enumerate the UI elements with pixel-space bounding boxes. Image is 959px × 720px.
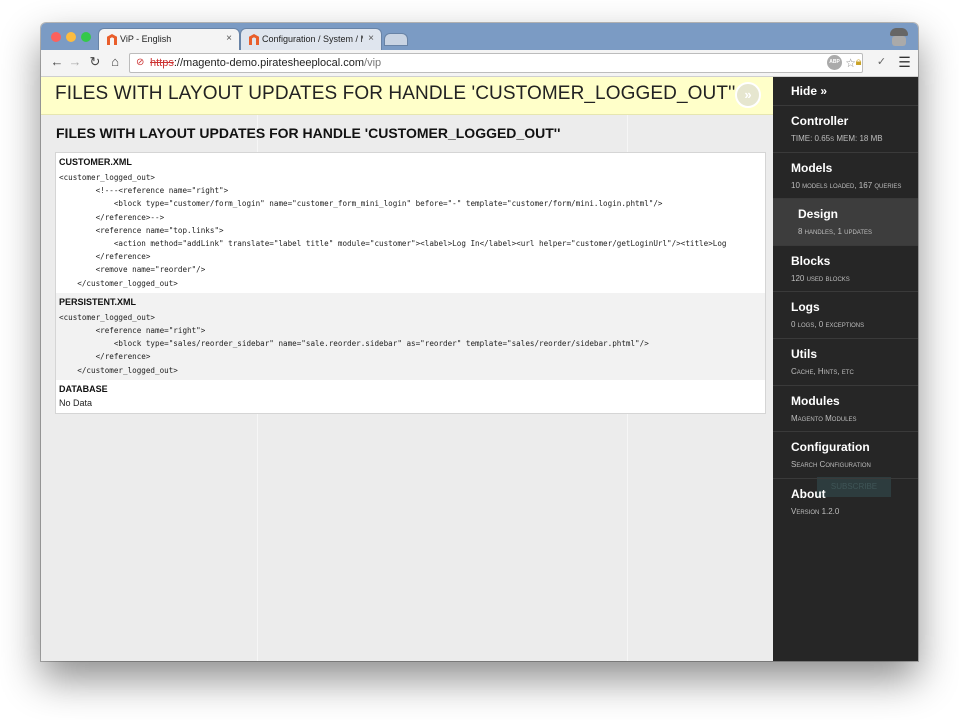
page-content: FILES WITH LAYOUT UPDATES FOR HANDLE 'CU… — [41, 77, 773, 661]
code-line: <customer_logged_out> — [59, 312, 156, 322]
insecure-lock-icon: ⊘ — [136, 57, 145, 68]
page-title: FILES WITH LAYOUT UPDATES FOR HANDLE 'CU… — [56, 125, 561, 141]
code-block: <customer_logged_out> <!---<reference na… — [59, 171, 762, 290]
sidebar-item-utils[interactable]: Utils Cache, Hints, etc — [773, 338, 918, 385]
browser-toolbar: ← → ↻ ⌂ ⊘ https://magento-demo.pirateshe… — [41, 50, 918, 77]
sidebar-item-label: Modules — [791, 393, 840, 408]
tab-close-icon[interactable]: × — [226, 33, 232, 44]
sidebar-item-label: Configuration — [791, 440, 870, 455]
sidebar-item-label: Blocks — [791, 253, 831, 268]
banner-title: FILES WITH LAYOUT UPDATES FOR HANDLE 'CU… — [55, 83, 736, 104]
sidebar-item-logs[interactable]: Logs 0 logs, 0 exceptions — [773, 291, 918, 338]
sidebar-item-configuration[interactable]: Configuration Search Configuration — [773, 431, 918, 478]
code-line: <block type="customer/form_login" name="… — [59, 199, 663, 209]
tab-title: Configuration / System / M — [262, 34, 363, 44]
hide-sidebar-link[interactable]: Hide » — [791, 84, 827, 98]
window-minimize-button[interactable] — [66, 32, 76, 42]
magento-favicon-icon — [107, 34, 117, 45]
section-title: PERSISTENT.XML — [59, 296, 137, 307]
code-line: </reference> — [59, 352, 151, 362]
window-close-button[interactable] — [51, 32, 61, 42]
file-section-persistent: PERSISTENT.XML <customer_logged_out> <re… — [56, 292, 765, 380]
code-line: <customer_logged_out> — [59, 173, 156, 182]
home-icon[interactable]: ⌂ — [107, 54, 123, 70]
reload-icon[interactable]: ↻ — [87, 54, 103, 70]
address-bar[interactable]: ⊘ https://magento-demo.piratesheeplocal.… — [129, 53, 863, 73]
sidebar-item-label: Utils — [791, 347, 818, 361]
expand-toggle-button[interactable]: » — [735, 82, 761, 108]
incognito-spy-icon — [888, 26, 910, 48]
new-tab-button[interactable] — [385, 34, 407, 45]
sidebar-item-label: Logs — [791, 300, 820, 315]
tab-configuration[interactable]: Configuration / System / M × — [241, 29, 381, 50]
sidebar-item-label: About — [791, 486, 826, 501]
sidebar-item-label: Controller — [791, 114, 849, 128]
sidebar-item-about[interactable]: About Version 1.2.0 — [773, 477, 918, 525]
padlock-extension-icon[interactable]: 🔒︎ — [851, 55, 866, 70]
magento-favicon-icon — [249, 34, 259, 45]
sidebar-item-summary: Magento Modules — [791, 413, 857, 423]
code-line: </customer_logged_out> — [59, 278, 178, 288]
file-section-database: DATABASE No Data — [56, 380, 765, 413]
sidebar-item-models[interactable]: Models 10 models loaded, 167 queries — [773, 151, 918, 199]
debug-banner: FILES WITH LAYOUT UPDATES FOR HANDLE 'CU… — [41, 77, 773, 115]
tab-bar: ViP - English × Configuration / System /… — [41, 23, 918, 50]
section-title: DATABASE — [59, 383, 108, 394]
code-line: <block type="sales/reorder_sidebar" name… — [59, 339, 649, 349]
sidebar-item-summary: 0 logs, 0 exceptions — [791, 320, 865, 330]
code-line: <reference name="top.links"> — [59, 225, 224, 235]
tab-vip[interactable]: ViP - English × — [99, 29, 239, 50]
checkmark-extension-icon[interactable]: ✓ — [874, 55, 889, 70]
code-line: <action method="addLink" translate="labe… — [59, 239, 727, 249]
hamburger-menu-icon[interactable]: ☰ — [897, 55, 912, 70]
sidebar-item-modules[interactable]: Modules Magento Modules — [773, 384, 918, 432]
file-section-customer: CUSTOMER.XML <customer_logged_out> <!---… — [56, 153, 765, 293]
selected-pointer-icon — [766, 215, 773, 230]
adblock-plus-icon[interactable]: ABP — [827, 55, 842, 70]
code-line: <!---<reference name="right"> — [59, 186, 229, 196]
code-line: </customer_logged_out> — [59, 365, 178, 375]
code-line: </reference>--> — [59, 212, 165, 222]
section-title: CUSTOMER.XML — [59, 157, 132, 167]
tab-close-icon[interactable]: × — [368, 33, 374, 44]
sidebar-item-blocks[interactable]: Blocks 120 used blocks — [773, 244, 918, 292]
window-maximize-button[interactable] — [81, 32, 91, 42]
layout-files-panel: CUSTOMER.XML <customer_logged_out> <!---… — [55, 152, 766, 414]
code-line: </reference> — [59, 252, 151, 262]
sidebar-item-label: Models — [791, 160, 833, 175]
sidebar-item-label: Design — [798, 207, 839, 222]
sidebar-item-summary: TIME: 0.65s MEM: 18 MB — [791, 134, 883, 143]
code-line: <remove name="reorder"/> — [59, 265, 206, 275]
url-text: https://magento-demo.piratesheeplocal.co… — [150, 57, 382, 69]
sidebar-item-summary: Cache, Hints, etc — [791, 367, 854, 376]
browser-window: ViP - English × Configuration / System /… — [41, 23, 918, 661]
tab-title: ViP - English — [120, 34, 172, 44]
code-block: <customer_logged_out> <reference name="r… — [59, 311, 762, 377]
back-arrow-icon[interactable]: ← — [49, 54, 65, 70]
sidebar-item-summary: 8 handles, 1 updates — [798, 227, 873, 237]
code-line: <reference name="right"> — [59, 326, 206, 336]
no-data-text: No Data — [59, 397, 93, 408]
sidebar-item-summary: Search Configuration — [791, 460, 871, 470]
sidebar-item-summary: Version 1.2.0 — [791, 506, 840, 516]
debug-sidebar: Hide » SUBSCRIBE Controller TIME: 0.65s M… — [766, 77, 918, 661]
forward-arrow-icon[interactable]: → — [67, 54, 83, 70]
sidebar-item-controller[interactable]: Controller TIME: 0.65s MEM: 18 MB — [773, 105, 918, 152]
sidebar-item-summary: 120 used blocks — [791, 273, 850, 283]
sidebar-item-summary: 10 models loaded, 167 queries — [791, 180, 902, 190]
sidebar-item-design[interactable]: Design 8 handles, 1 updates — [766, 198, 918, 246]
